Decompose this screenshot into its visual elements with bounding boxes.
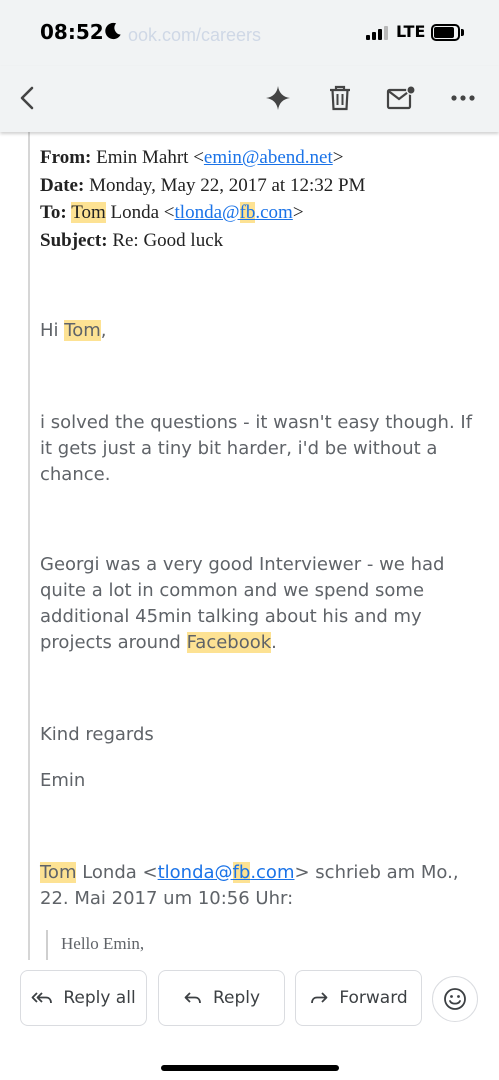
trash-icon bbox=[330, 85, 350, 111]
reply-all-icon bbox=[31, 992, 53, 1004]
closing: Kind regards bbox=[40, 724, 154, 745]
emoji-reaction-icon bbox=[444, 988, 466, 1010]
reply-button[interactable]: Reply bbox=[158, 970, 285, 1026]
more-options-button[interactable] bbox=[445, 80, 481, 116]
date-line: Date: Monday, May 22, 2017 at 12:32 PM bbox=[40, 172, 490, 200]
forward-label: Forward bbox=[339, 988, 408, 1008]
to-label: To: bbox=[40, 202, 67, 223]
back-button[interactable] bbox=[10, 80, 46, 116]
subject-line: Subject: Re: Good luck bbox=[40, 227, 490, 255]
reply-action-bar: Reply all Reply Forward bbox=[0, 960, 499, 1080]
greeting: Hi Tom, bbox=[40, 320, 107, 341]
reply-all-label: Reply all bbox=[63, 988, 136, 1008]
reply-label: Reply bbox=[212, 988, 261, 1008]
gemini-button[interactable] bbox=[260, 80, 296, 116]
reply-icon bbox=[184, 992, 201, 1004]
forwarded-header: From: Emin Mahrt <emin@abend.net> Date: … bbox=[40, 144, 490, 254]
mark-unread-button[interactable] bbox=[383, 80, 419, 116]
from-email-link[interactable]: emin@abend.net bbox=[204, 147, 333, 168]
sparkle-icon bbox=[266, 86, 290, 110]
from-line: From: Emin Mahrt <emin@abend.net> bbox=[40, 147, 344, 168]
network-type: LTE bbox=[396, 22, 426, 41]
more-horizontal-icon bbox=[451, 95, 475, 101]
paragraph-2: Georgi was a very good Interviewer - we … bbox=[40, 554, 445, 653]
mail-unread-icon bbox=[386, 85, 416, 110]
quote-divider bbox=[28, 132, 30, 960]
quote-header: Tom Londa <tlonda@fb.com> schrieb am Mo.… bbox=[40, 862, 459, 909]
battery-icon bbox=[431, 24, 464, 41]
signature: Emin bbox=[40, 770, 86, 791]
reply-all-button[interactable]: Reply all bbox=[20, 970, 147, 1026]
date-value: Monday, May 22, 2017 at 12:32 PM bbox=[89, 174, 366, 196]
home-indicator[interactable] bbox=[161, 1065, 339, 1071]
quoted-message: Hello Emin, bbox=[46, 930, 466, 960]
to-name-highlight: Tom bbox=[71, 202, 106, 223]
delete-button[interactable] bbox=[322, 80, 358, 116]
to-email-link[interactable]: tlonda@fb.com bbox=[175, 202, 293, 223]
ghost-url-text: ook.com/careers bbox=[128, 25, 262, 45]
quote-email-link[interactable]: tlonda@fb.com bbox=[158, 862, 294, 883]
status-bar: ook.com/careers 08:52 LTE bbox=[0, 0, 499, 66]
date-label: Date: bbox=[40, 174, 85, 196]
signal-strength-icon bbox=[366, 26, 388, 40]
from-label: From: bbox=[40, 147, 92, 168]
subject-label: Subject: bbox=[40, 229, 108, 251]
moon-icon bbox=[105, 22, 121, 40]
to-line: To: Tom Londa <tlonda@fb.com> bbox=[40, 202, 304, 223]
subject-value: Re: Good luck bbox=[112, 229, 224, 251]
status-time: 08:52 bbox=[40, 20, 104, 44]
from-name: Emin Mahrt < bbox=[96, 147, 204, 168]
forward-icon bbox=[311, 992, 328, 1004]
chevron-left-icon bbox=[20, 86, 34, 110]
message-toolbar bbox=[0, 66, 499, 132]
email-body: From: Emin Mahrt <emin@abend.net> Date: … bbox=[0, 132, 499, 960]
forward-button[interactable]: Forward bbox=[295, 970, 422, 1026]
emoji-reaction-button[interactable] bbox=[432, 976, 478, 1022]
paragraph-1: i solved the questions - it wasn't easy … bbox=[40, 412, 473, 485]
